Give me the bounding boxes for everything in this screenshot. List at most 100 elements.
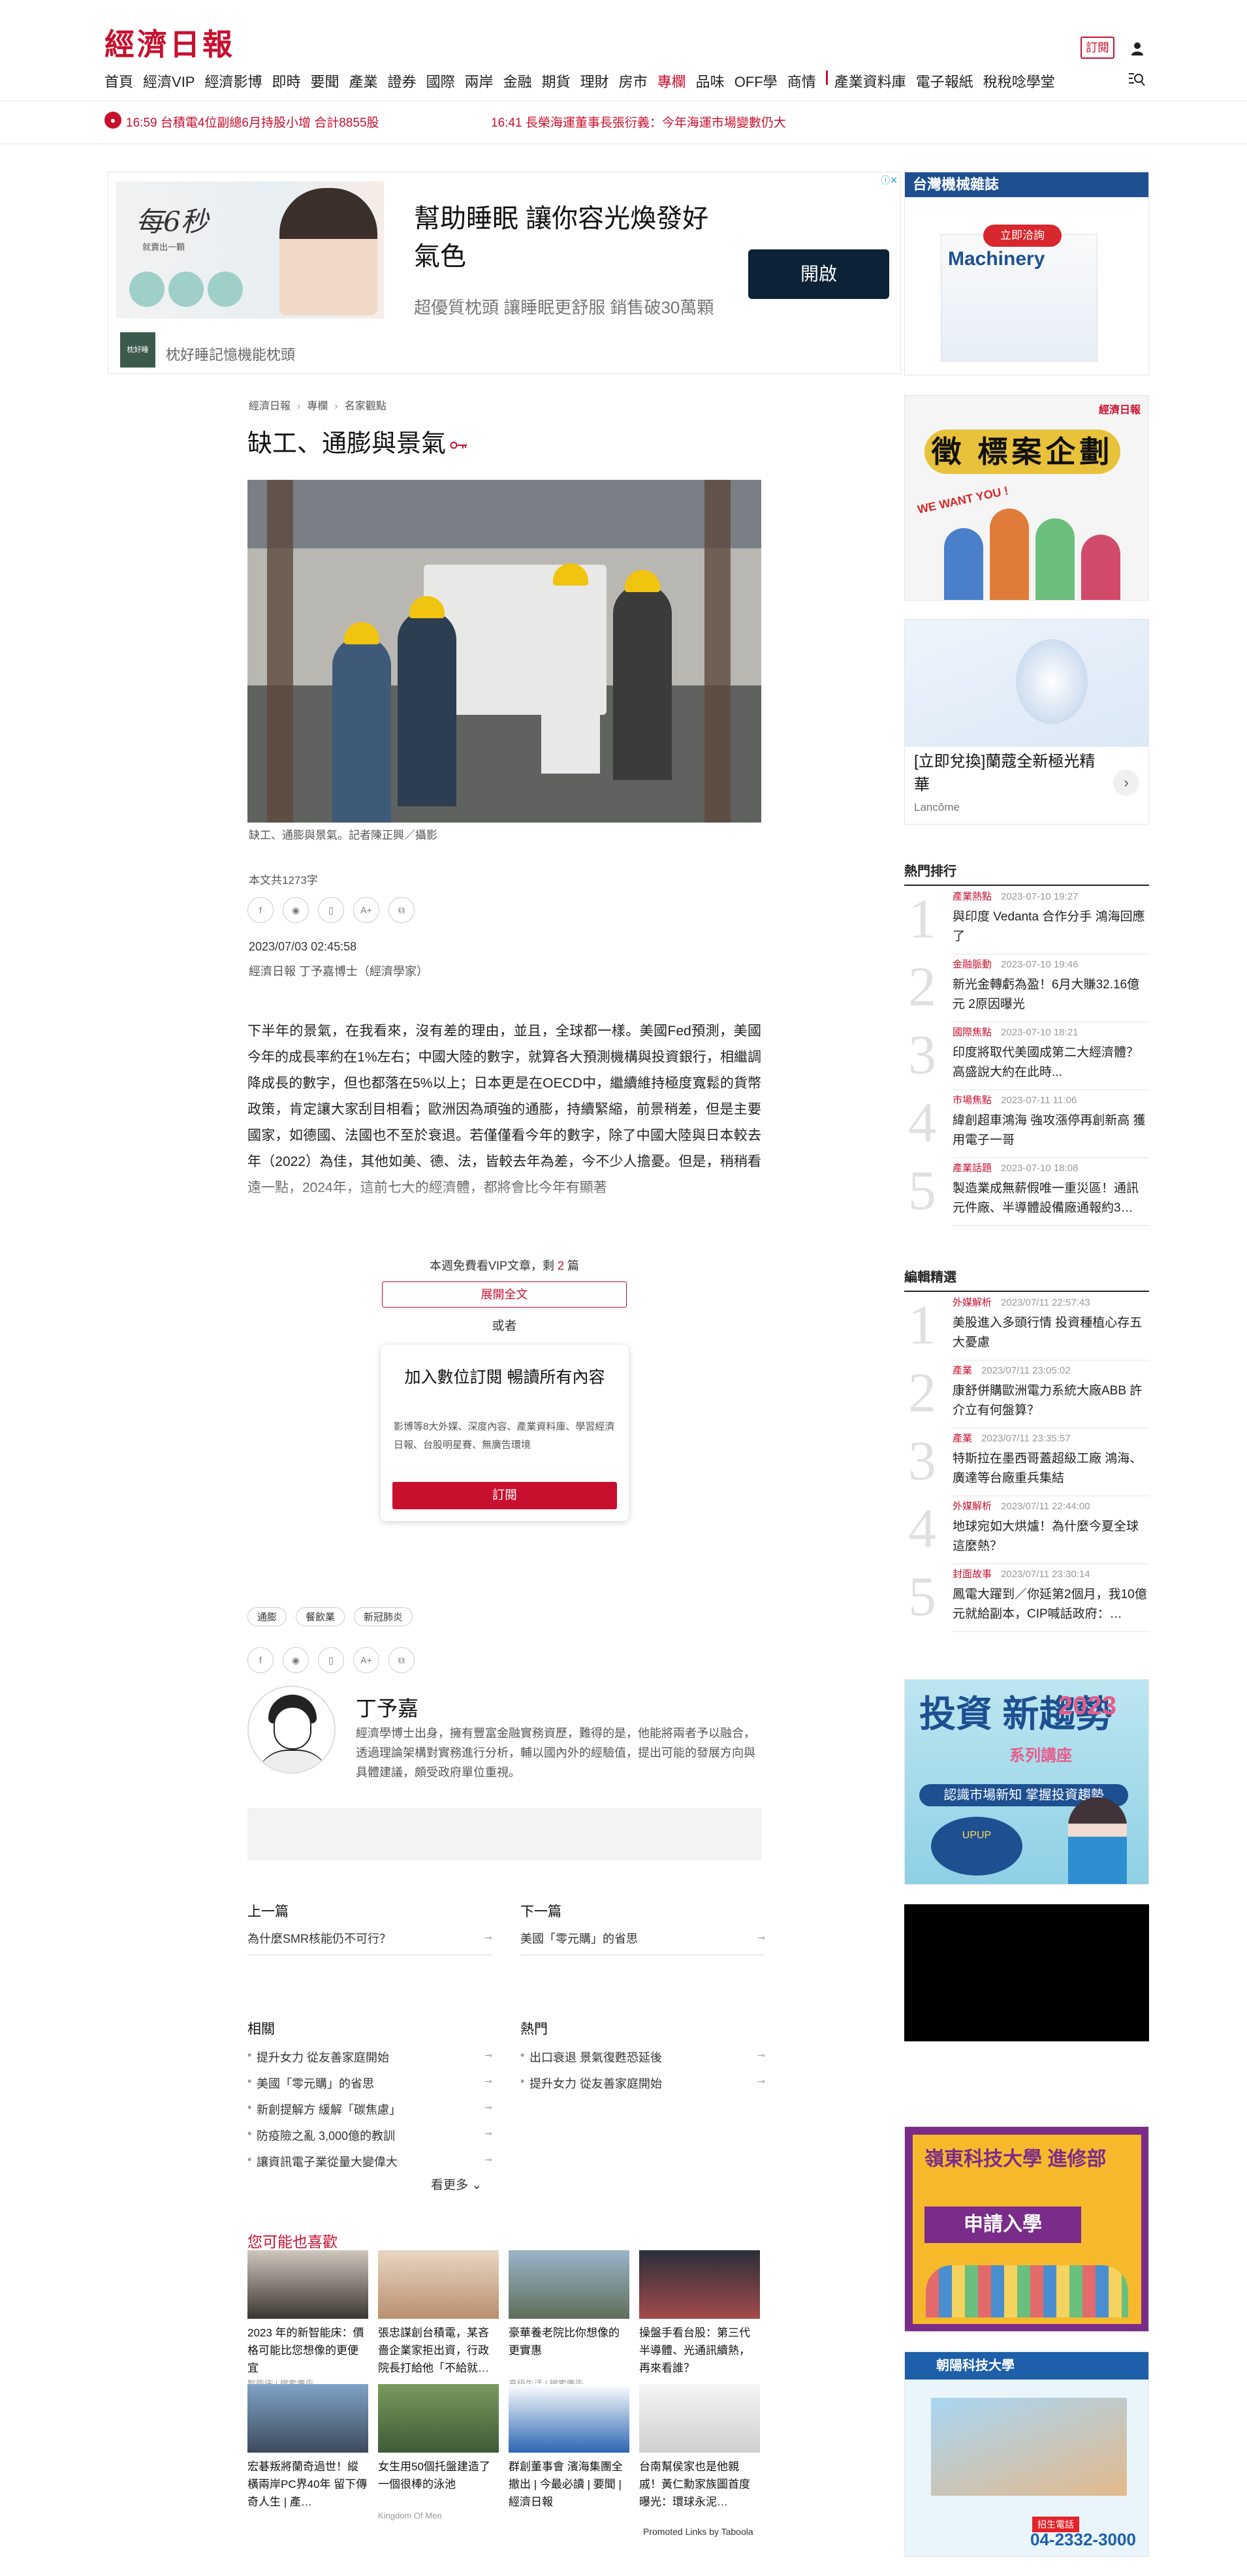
copy-link-icon[interactable]: ⧉ [388, 897, 415, 923]
facebook-icon[interactable]: f [247, 1647, 274, 1673]
rank-title[interactable]: 美股進入多頭行情 投資種植心存五大憂慮 [953, 1313, 1148, 1353]
ranking-item[interactable]: 4 外媒解析 2023/07/11 22:44:00 地球宛如大烘爐！為什麼今夏全球這… [904, 1496, 1149, 1564]
ad-headline[interactable]: 幫助睡眠 讓你容光煥發好氣色 [414, 200, 727, 275]
recommend-card-image[interactable] [247, 2384, 368, 2453]
list-item[interactable]: 提升女力 從友善家庭開始 ⊸ [247, 2049, 492, 2075]
rank-category[interactable]: 金融脈動 [953, 959, 992, 970]
list-item-title[interactable]: 提升女力 從友善家庭開始 [257, 2051, 389, 2064]
ranking-item[interactable]: 1 產業熱點 2023-07-10 19:27 與印度 Vedanta 合作分手 鴻海… [904, 887, 1149, 954]
college-ad[interactable]: 嶺東科技大學 進修部 申請入學 [904, 2126, 1149, 2332]
rank-title[interactable]: 特斯拉在墨西哥蓋超級工廠 鴻海、廣達等台廠重兵集結 [953, 1449, 1148, 1488]
recommend-card[interactable]: 女生用50個托盤建造了一個很棒的泳池 Kingdom Of Men [378, 2384, 499, 2521]
nav-item[interactable]: 證券 [388, 71, 417, 91]
recommend-card[interactable]: 豪華養老院比你想像的更實惠高級生活 | 搜索廣告 [509, 2250, 629, 2389]
nav-item[interactable]: 經濟影博 [204, 71, 262, 91]
copy-link-icon[interactable]: ⧉ [388, 1647, 415, 1673]
ranking-item[interactable]: 3 國際焦點 2023-07-10 18:21 印度將取代美國成第二大經濟體？高盛說大… [904, 1022, 1149, 1090]
recommend-card-image[interactable] [509, 2250, 629, 2319]
rank-category[interactable]: 外媒解析 [953, 1297, 992, 1308]
nav-item[interactable]: OFF學 [734, 71, 778, 91]
ranking-item[interactable]: 1 外媒解析 2023/07/11 22:57:43 美股進入多頭行情 投資種植心存五… [904, 1293, 1149, 1360]
recommend-card[interactable]: 宏碁叛將蘭奇過世！縱橫兩岸PC界40年 留下傳奇人生 | 產… [247, 2384, 368, 2511]
recommend-card[interactable]: 張忠謀創台積電，某吝嗇企業家拒出資，行政院長打給他「不給就… [378, 2250, 499, 2377]
subscribe-button[interactable]: 訂閱 [1081, 37, 1114, 59]
nav-item[interactable]: 金融 [503, 71, 532, 91]
list-item[interactable]: 出口衰退 景氣復甦恐延後 ⊸ [520, 2049, 765, 2075]
recommend-card[interactable]: 操盤手看台股：第三代半導體、光通訊續熱，再來看誰？ [639, 2250, 760, 2377]
subscribe-now-button[interactable]: 訂閱 [392, 1482, 617, 1509]
rank-category[interactable]: 國際焦點 [953, 1027, 992, 1038]
nav-item[interactable]: 電子報紙 [916, 71, 973, 91]
font-size-icon[interactable]: A+ [353, 897, 379, 923]
recommend-card[interactable]: 2023 年的新智能床：價格可能比您想像的更便宜智能床 | 搜索廣告 [247, 2250, 368, 2389]
bookmark-icon[interactable]: ▯ [318, 897, 344, 923]
adchoices-icon[interactable]: ⓘ✕ [881, 174, 898, 187]
rank-category[interactable]: 產業話題 [953, 1163, 992, 1174]
next-article[interactable]: 下一篇 美國「零元購」的省思 ⊸ [520, 1901, 765, 1955]
lancome-ad[interactable]: [立即兌換]蘭蔻全新極光精華 Lancôme › [904, 619, 1149, 825]
nav-item[interactable]: 即時 [272, 71, 301, 91]
author-name[interactable]: 丁予嘉 [356, 1692, 418, 1722]
recommend-card-title[interactable]: 女生用50個托盤建造了一個很棒的泳池 [378, 2458, 499, 2511]
list-item-title[interactable]: 防疫險之亂 3,000億的教訓 [257, 2129, 395, 2143]
ad-open-button[interactable]: 開啟 [748, 249, 889, 299]
previous-article[interactable]: 上一篇 為什麼SMR核能仍不可行？ ⊸ [247, 1901, 492, 1955]
breadcrumb-item[interactable]: 經濟日報 [249, 401, 291, 412]
top-banner-ad[interactable]: 每6秒 就賣出一顆 枕好睡 枕好睡記憶機能枕頭 幫助睡眠 讓你容光煥發好氣色 超… [108, 172, 901, 374]
list-item-title[interactable]: 出口衰退 景氣復甦恐延後 [529, 2051, 662, 2064]
ranking-item[interactable]: 4 市場焦點 2023-07-11 11:06 緯創超車鴻海 強攻漲停再創新高 獲用電… [904, 1090, 1149, 1158]
rank-title[interactable]: 緯創超車鴻海 強攻漲停再創新高 獲用電子一哥 [953, 1111, 1148, 1150]
list-item[interactable]: 防疫險之亂 3,000億的教訓 ⊸ [247, 2127, 492, 2153]
ranking-item[interactable]: 2 產業 2023/07/11 23:05:02 康舒併購歐洲電力系統大廠ABB 許介… [904, 1360, 1149, 1428]
ranking-item[interactable]: 3 產業 2023/07/11 23:35:57 特斯拉在墨西哥蓋超級工廠 鴻海、廣達… [904, 1428, 1149, 1496]
ticker-item[interactable]: 16:59 台積電4位副總6月持股小增 合計8855股 [126, 113, 379, 131]
nav-item[interactable]: 品味 [696, 71, 725, 91]
chevron-right-icon[interactable]: › [1113, 770, 1139, 796]
author-avatar[interactable] [247, 1686, 336, 1774]
recommend-card-title[interactable]: 2023 年的新智能床：價格可能比您想像的更便宜 [247, 2324, 368, 2377]
recommend-card[interactable]: 群創董事會 濱海集團全撤出 | 今最必讀 | 要聞 | 經濟日報 [509, 2384, 629, 2511]
rank-category[interactable]: 產業熱點 [953, 891, 992, 902]
prev-title[interactable]: 為什麼SMR核能仍不可行？ [247, 1930, 492, 1947]
rank-title[interactable]: 新光金轉虧為盈！6月大賺32.16億元 2原因曝光 [953, 975, 1148, 1014]
nav-item[interactable]: 稅稅唸學堂 [983, 71, 1055, 91]
rank-category[interactable]: 封面故事 [953, 1569, 992, 1580]
ranking-item[interactable]: 5 封面故事 2023/07/11 23:30:14 鳳電大躍到／你延第2個月，我10… [904, 1564, 1149, 1632]
search-icon[interactable] [1128, 72, 1145, 87]
nav-item[interactable]: 國際 [426, 71, 455, 91]
tag[interactable]: 通膨 [247, 1607, 287, 1626]
site-logo[interactable]: 經濟日報 [104, 21, 235, 64]
recommend-card-title[interactable]: 台南幫侯家也是他親戚！黃仁勳家族圖首度曝光：環球永泥… [639, 2458, 760, 2511]
taboola-credit[interactable]: Promoted Links by Taboola [643, 2526, 753, 2537]
rank-category[interactable]: 外媒解析 [953, 1501, 992, 1512]
tag[interactable]: 餐飲業 [296, 1607, 345, 1626]
rank-title[interactable]: 製造業成無薪假唯一重災區！通訊元件廠、半導體設備廠通報約3… [953, 1179, 1148, 1218]
ranking-item[interactable]: 2 金融脈動 2023-07-10 19:46 新光金轉虧為盈！6月大賺32.16億元… [904, 954, 1149, 1022]
breadcrumb-item[interactable]: 名家觀點 [345, 401, 387, 412]
nav-item[interactable]: 房市 [619, 71, 648, 91]
line-icon[interactable]: ◉ [283, 1647, 309, 1673]
tag[interactable]: 新冠肺炎 [354, 1607, 413, 1626]
recommend-card-title[interactable]: 操盤手看台股：第三代半導體、光通訊續熱，再來看誰？ [639, 2324, 760, 2377]
next-title[interactable]: 美國「零元購」的省思 [520, 1930, 765, 1947]
rank-title[interactable]: 與印度 Vedanta 合作分手 鴻海回應了 [953, 907, 1148, 947]
recommend-card-title[interactable]: 群創董事會 濱海集團全撤出 | 今最必讀 | 要聞 | 經濟日報 [509, 2458, 629, 2511]
tender-recruit-ad[interactable]: 經濟日報 徵 標案企劃 WE WANT YOU ! [904, 395, 1149, 601]
rank-category[interactable]: 產業 [953, 1433, 972, 1444]
machinery-magazine-ad[interactable]: 台灣機械雜誌 Machinery 立即洽詢 [904, 172, 1149, 375]
recommend-card-image[interactable] [509, 2384, 629, 2453]
expand-article-button[interactable]: 展開全文 [382, 1281, 627, 1308]
recommend-card-title[interactable]: 宏碁叛將蘭奇過世！縱橫兩岸PC界40年 留下傳奇人生 | 產… [247, 2458, 368, 2511]
list-item-title[interactable]: 讓資訊電子業從量大變偉大 [257, 2156, 398, 2169]
rank-title[interactable]: 印度將取代美國成第二大經濟體？高盛說大約在此時... [953, 1043, 1148, 1082]
recommend-card[interactable]: 台南幫侯家也是他親戚！黃仁勳家族圖首度曝光：環球永泥… [639, 2384, 760, 2511]
list-item-title[interactable]: 新創提解方 緩解「碳焦慮」 [257, 2103, 401, 2116]
nav-item[interactable]: 產業資料庫 [834, 71, 906, 91]
list-item[interactable]: 美國「零元購」的省思 ⊸ [247, 2075, 492, 2101]
list-item[interactable]: 新創提解方 緩解「碳焦慮」 ⊸ [247, 2101, 492, 2127]
recommend-card-image[interactable] [378, 2250, 499, 2319]
rank-title[interactable]: 康舒併購歐洲電力系統大廠ABB 許介立有何盤算？ [953, 1381, 1148, 1421]
rank-title[interactable]: 地球宛如大烘爐！為什麼今夏全球這麼熱？ [953, 1517, 1148, 1556]
see-more-button[interactable]: 看更多 ⌄ [431, 2175, 482, 2193]
investment-seminar-ad[interactable]: 投資 新趨勢 2023 系列講座 認識市場新知 掌握投資趨勢 UPUP [904, 1679, 1149, 1885]
